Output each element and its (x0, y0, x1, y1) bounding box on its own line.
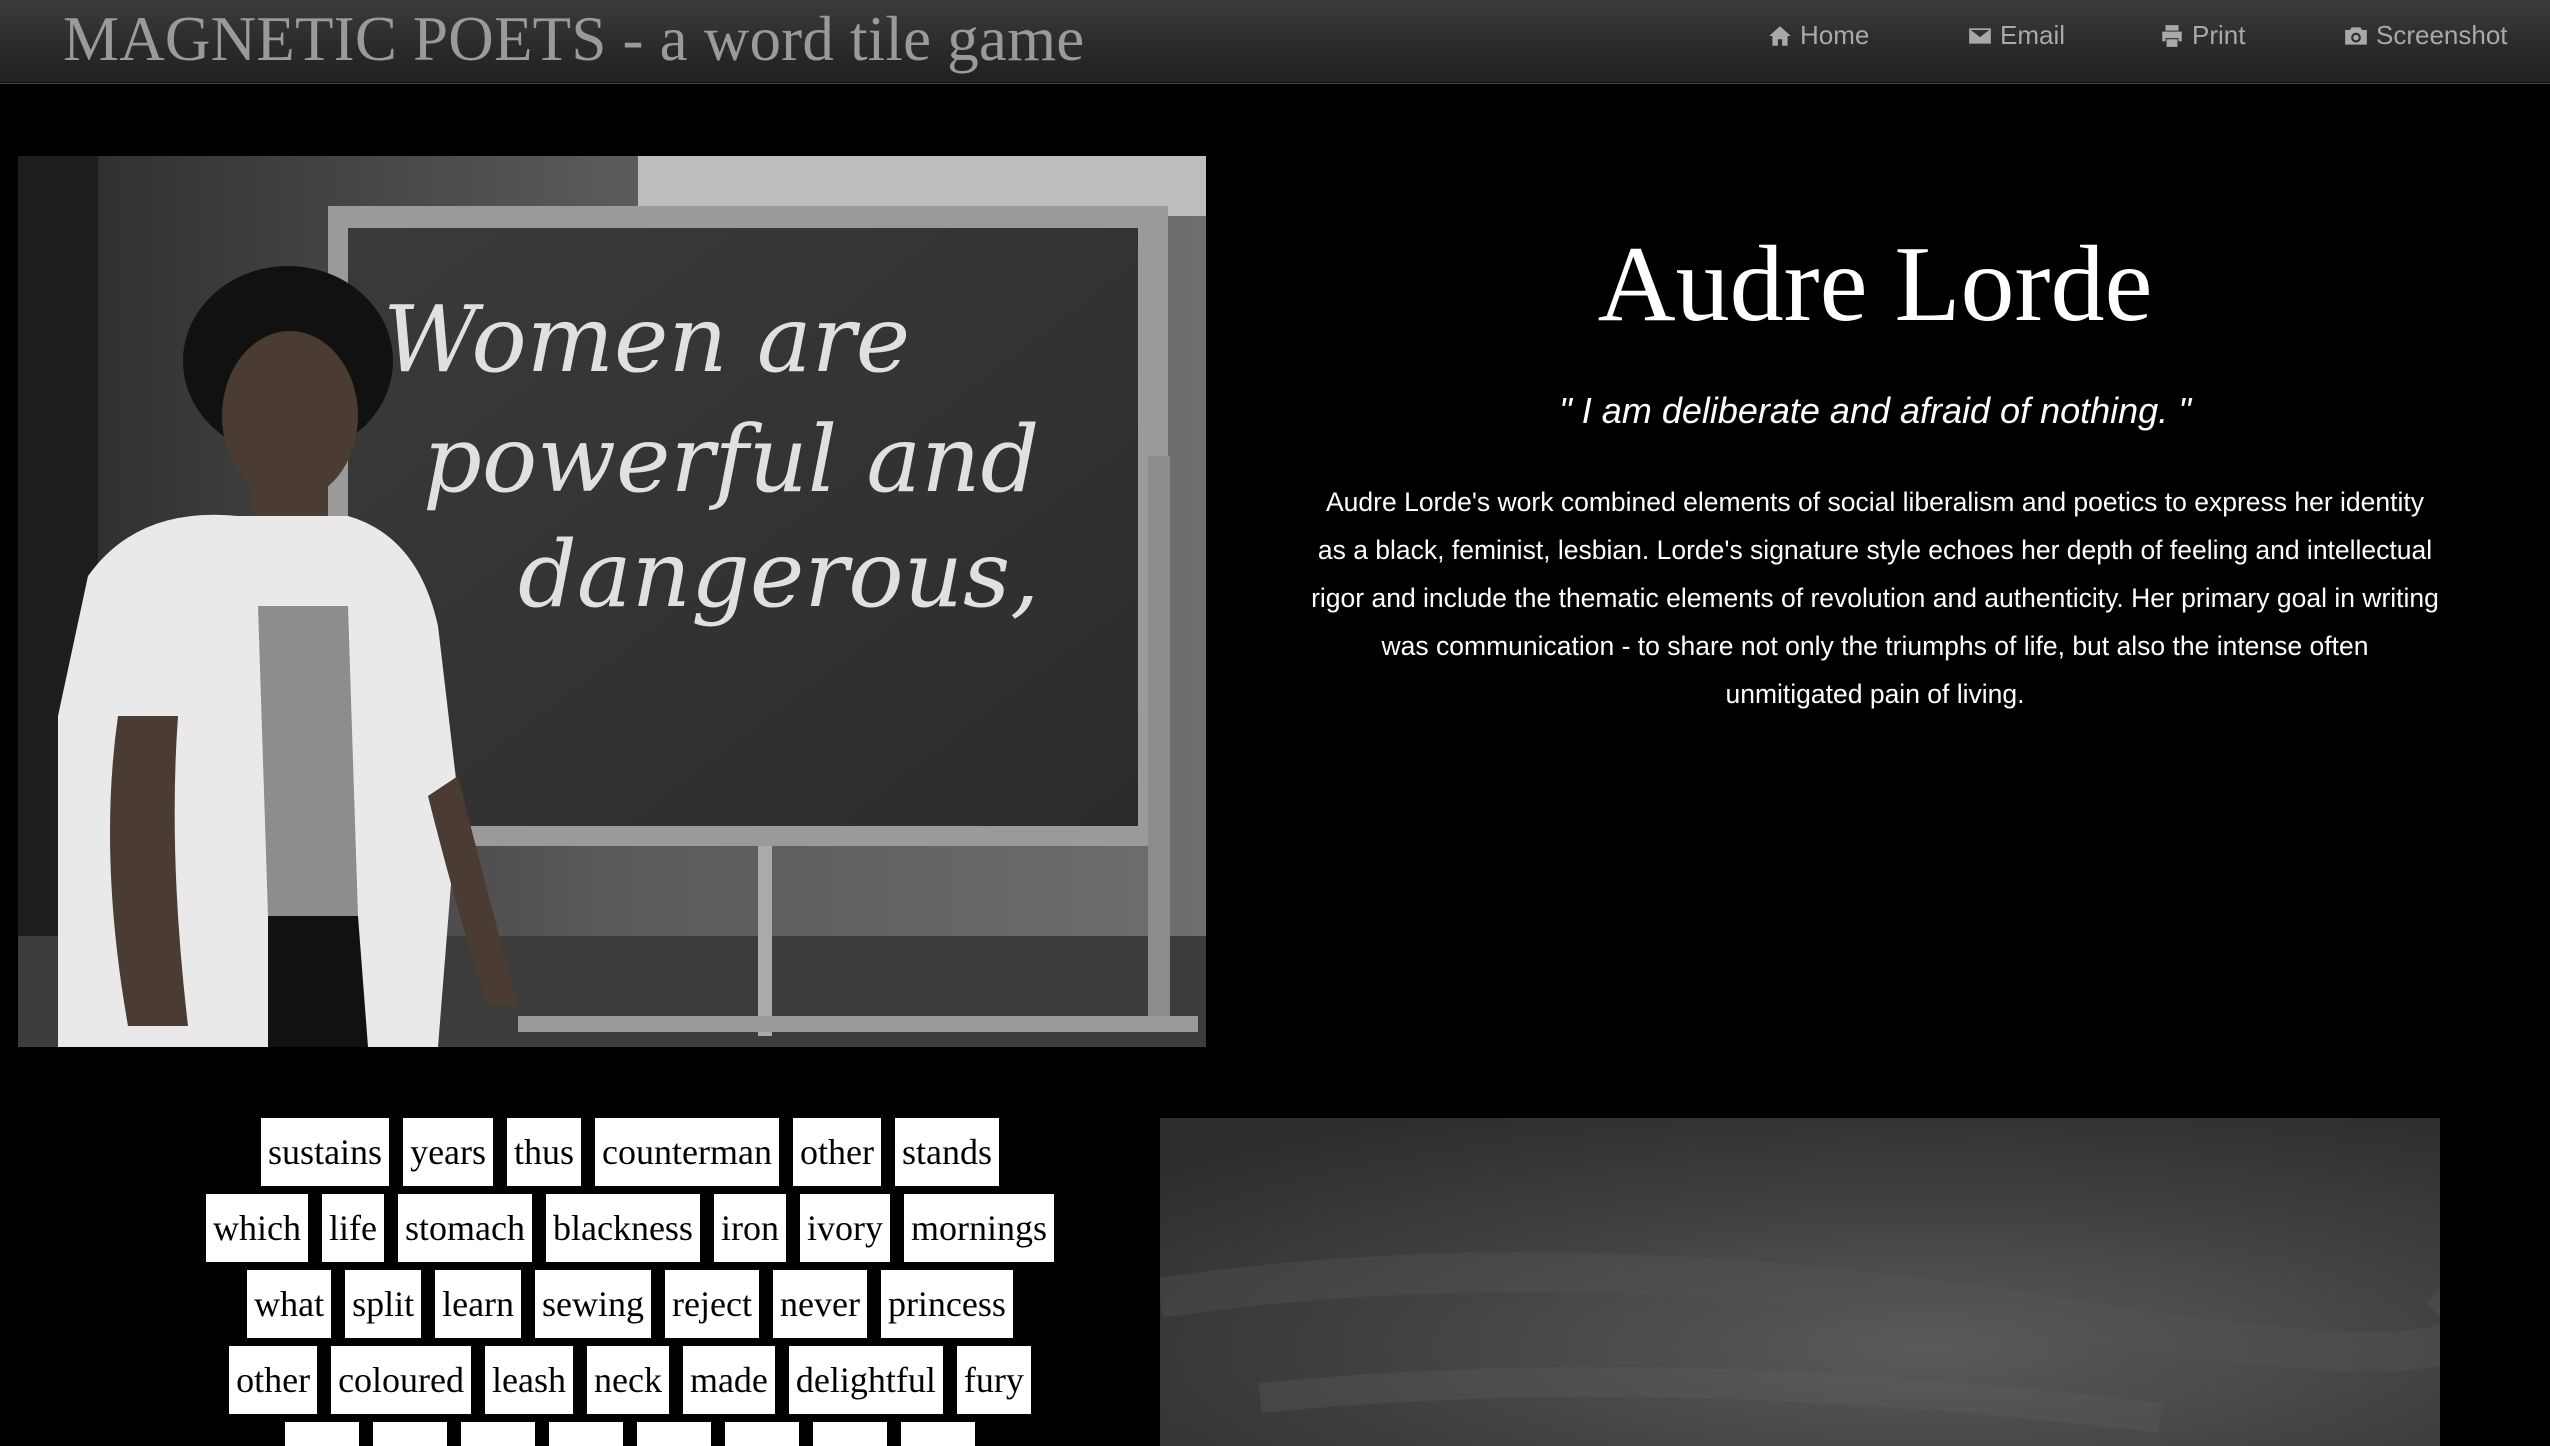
word-tile[interactable]: made (682, 1346, 775, 1414)
word-tile[interactable] (373, 1422, 447, 1446)
word-tile[interactable]: learn (435, 1270, 522, 1338)
nav-email-link[interactable]: Email (1966, 20, 2065, 51)
word-tile[interactable] (461, 1422, 535, 1446)
word-tile[interactable]: thus (507, 1118, 582, 1186)
word-tile[interactable]: stands (894, 1118, 999, 1186)
word-tile[interactable]: never (772, 1270, 867, 1338)
nav-print-link[interactable]: Print (2158, 20, 2245, 51)
camera-icon (2342, 22, 2370, 50)
envelope-icon (1966, 22, 1994, 50)
chalk-line-1: Women are (383, 286, 910, 393)
nav-email-label: Email (2000, 20, 2066, 50)
poet-name: Audre Lorde (1597, 225, 2153, 344)
word-tile[interactable] (901, 1422, 975, 1446)
word-tile[interactable]: stomach (398, 1194, 532, 1262)
word-tiles-area: sustains years thus counterman other stands wh… (130, 1118, 1130, 1446)
word-tile[interactable]: reject (665, 1270, 759, 1338)
word-tile[interactable]: other (229, 1346, 318, 1414)
word-tile[interactable] (813, 1422, 887, 1446)
word-tile[interactable]: split (345, 1270, 422, 1338)
word-tile[interactable] (637, 1422, 711, 1446)
tile-row (130, 1422, 1130, 1446)
poet-photo: Women are powerful and dangerous, (18, 156, 1206, 1047)
word-tile[interactable]: life (322, 1194, 384, 1262)
tile-row: what split learn sewing reject never princess (130, 1270, 1130, 1346)
word-tile[interactable]: neck (586, 1346, 669, 1414)
word-tile[interactable]: which (206, 1194, 309, 1262)
word-tile[interactable]: what (247, 1270, 332, 1338)
word-tile[interactable]: leash (485, 1346, 573, 1414)
home-icon (1766, 22, 1794, 50)
word-tile[interactable]: sewing (535, 1270, 652, 1338)
word-tile[interactable] (285, 1422, 359, 1446)
nav-screenshot-label: Screenshot (2376, 20, 2508, 50)
tile-row: which life stomach blackness iron ivory mornin… (130, 1194, 1130, 1270)
word-tile[interactable]: ivory (799, 1194, 890, 1262)
word-tile[interactable] (725, 1422, 799, 1446)
word-tile[interactable]: delightful (788, 1346, 943, 1414)
word-tile[interactable]: coloured (331, 1346, 472, 1414)
word-tile[interactable]: sustains (261, 1118, 390, 1186)
word-tile[interactable]: princess (880, 1270, 1013, 1338)
poet-info: Audre Lorde " I am deliberate and afraid… (1280, 200, 2470, 718)
nav-screenshot-link[interactable]: Screenshot (2342, 20, 2508, 51)
poet-quote: " I am deliberate and afraid of nothing.… (1559, 390, 2191, 431)
chalk-line-3: dangerous, (518, 521, 1039, 628)
word-tile[interactable]: blackness (545, 1194, 700, 1262)
nav-home-label: Home (1800, 20, 1870, 50)
nav-home-link[interactable]: Home (1766, 20, 1869, 51)
word-tile[interactable]: mornings (903, 1194, 1054, 1262)
nav-print-label: Print (2192, 20, 2246, 50)
top-navbar: MAGNETIC POETS - a word tile game Home E… (0, 0, 2550, 83)
word-tile[interactable]: counterman (595, 1118, 779, 1186)
word-tile[interactable]: years (403, 1118, 494, 1186)
word-tile[interactable]: other (792, 1118, 881, 1186)
tile-row: other coloured leash neck made delightful fury (130, 1346, 1130, 1422)
chalk-line-2: powerful and (423, 406, 1039, 513)
word-tile[interactable]: fury (956, 1346, 1031, 1414)
tile-row: sustains years thus counterman other stands (130, 1118, 1130, 1194)
word-tile[interactable] (549, 1422, 623, 1446)
poet-bio: Audre Lorde's work combined elements of … (1311, 487, 2439, 709)
print-icon (2158, 22, 2186, 50)
word-tile[interactable]: iron (713, 1194, 786, 1262)
chalkboard-canvas[interactable] (1160, 1118, 2440, 1446)
site-brand-title[interactable]: MAGNETIC POETS - a word tile game (63, 2, 1084, 76)
